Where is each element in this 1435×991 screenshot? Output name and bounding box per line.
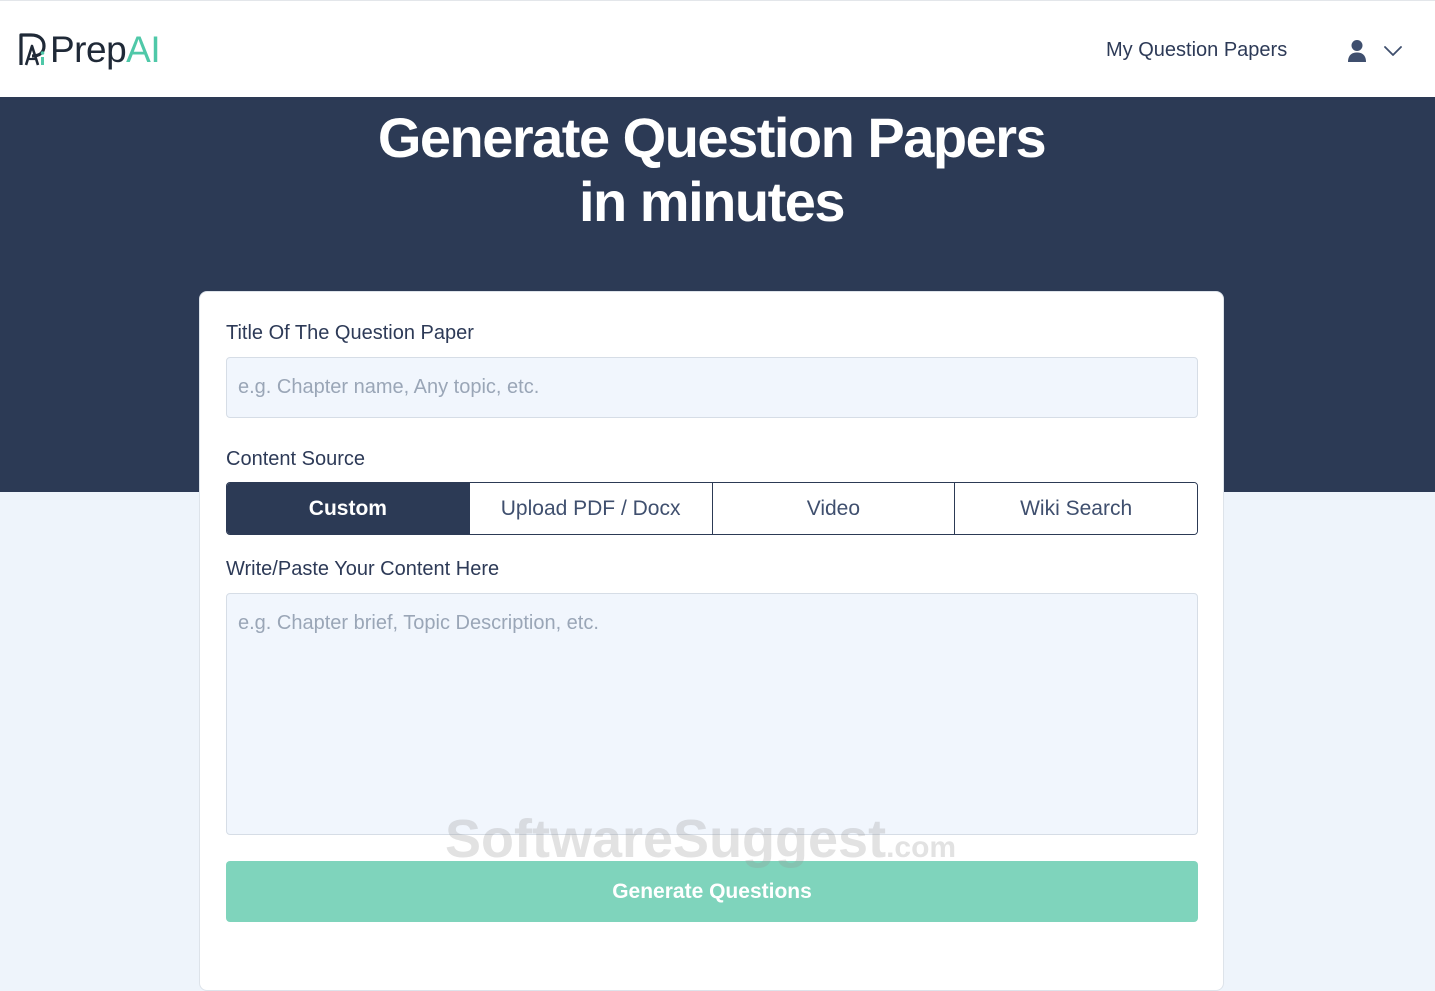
- user-menu-button[interactable]: [1346, 39, 1405, 63]
- content-source-tabs: Custom Upload PDF / Docx Video Wiki Sear…: [226, 482, 1198, 535]
- question-paper-form: Title Of The Question Paper Content Sour…: [199, 291, 1224, 991]
- hero-title: Generate Question Papers in minutes: [0, 106, 1423, 234]
- logo-text-prep: Prep: [50, 29, 127, 70]
- prepai-logo[interactable]: PrepAI: [18, 29, 161, 71]
- prepai-logo-icon: [19, 33, 46, 66]
- title-input[interactable]: [226, 357, 1198, 418]
- content-label: Write/Paste Your Content Here: [226, 558, 500, 580]
- content-source-label: Content Source: [226, 448, 365, 470]
- top-navbar: PrepAI My Question Papers: [0, 0, 1435, 97]
- user-icon: [1348, 40, 1366, 62]
- my-question-papers-link[interactable]: My Question Papers: [1106, 37, 1287, 63]
- logo-text-ai: AI: [126, 29, 161, 70]
- chevron-down-icon: [1384, 46, 1402, 56]
- tab-video[interactable]: Video: [711, 483, 955, 534]
- tab-upload-pdf-docx[interactable]: Upload PDF / Docx: [468, 483, 712, 534]
- tab-custom[interactable]: Custom: [227, 483, 469, 534]
- title-label: Title Of The Question Paper: [226, 322, 474, 344]
- hero-title-line1: Generate Question Papers: [377, 106, 1047, 169]
- hero-title-line2: in minutes: [578, 170, 846, 233]
- generate-questions-button[interactable]: Generate Questions: [226, 861, 1198, 922]
- tab-wiki-search[interactable]: Wiki Search: [954, 483, 1197, 534]
- content-textarea[interactable]: [226, 593, 1198, 835]
